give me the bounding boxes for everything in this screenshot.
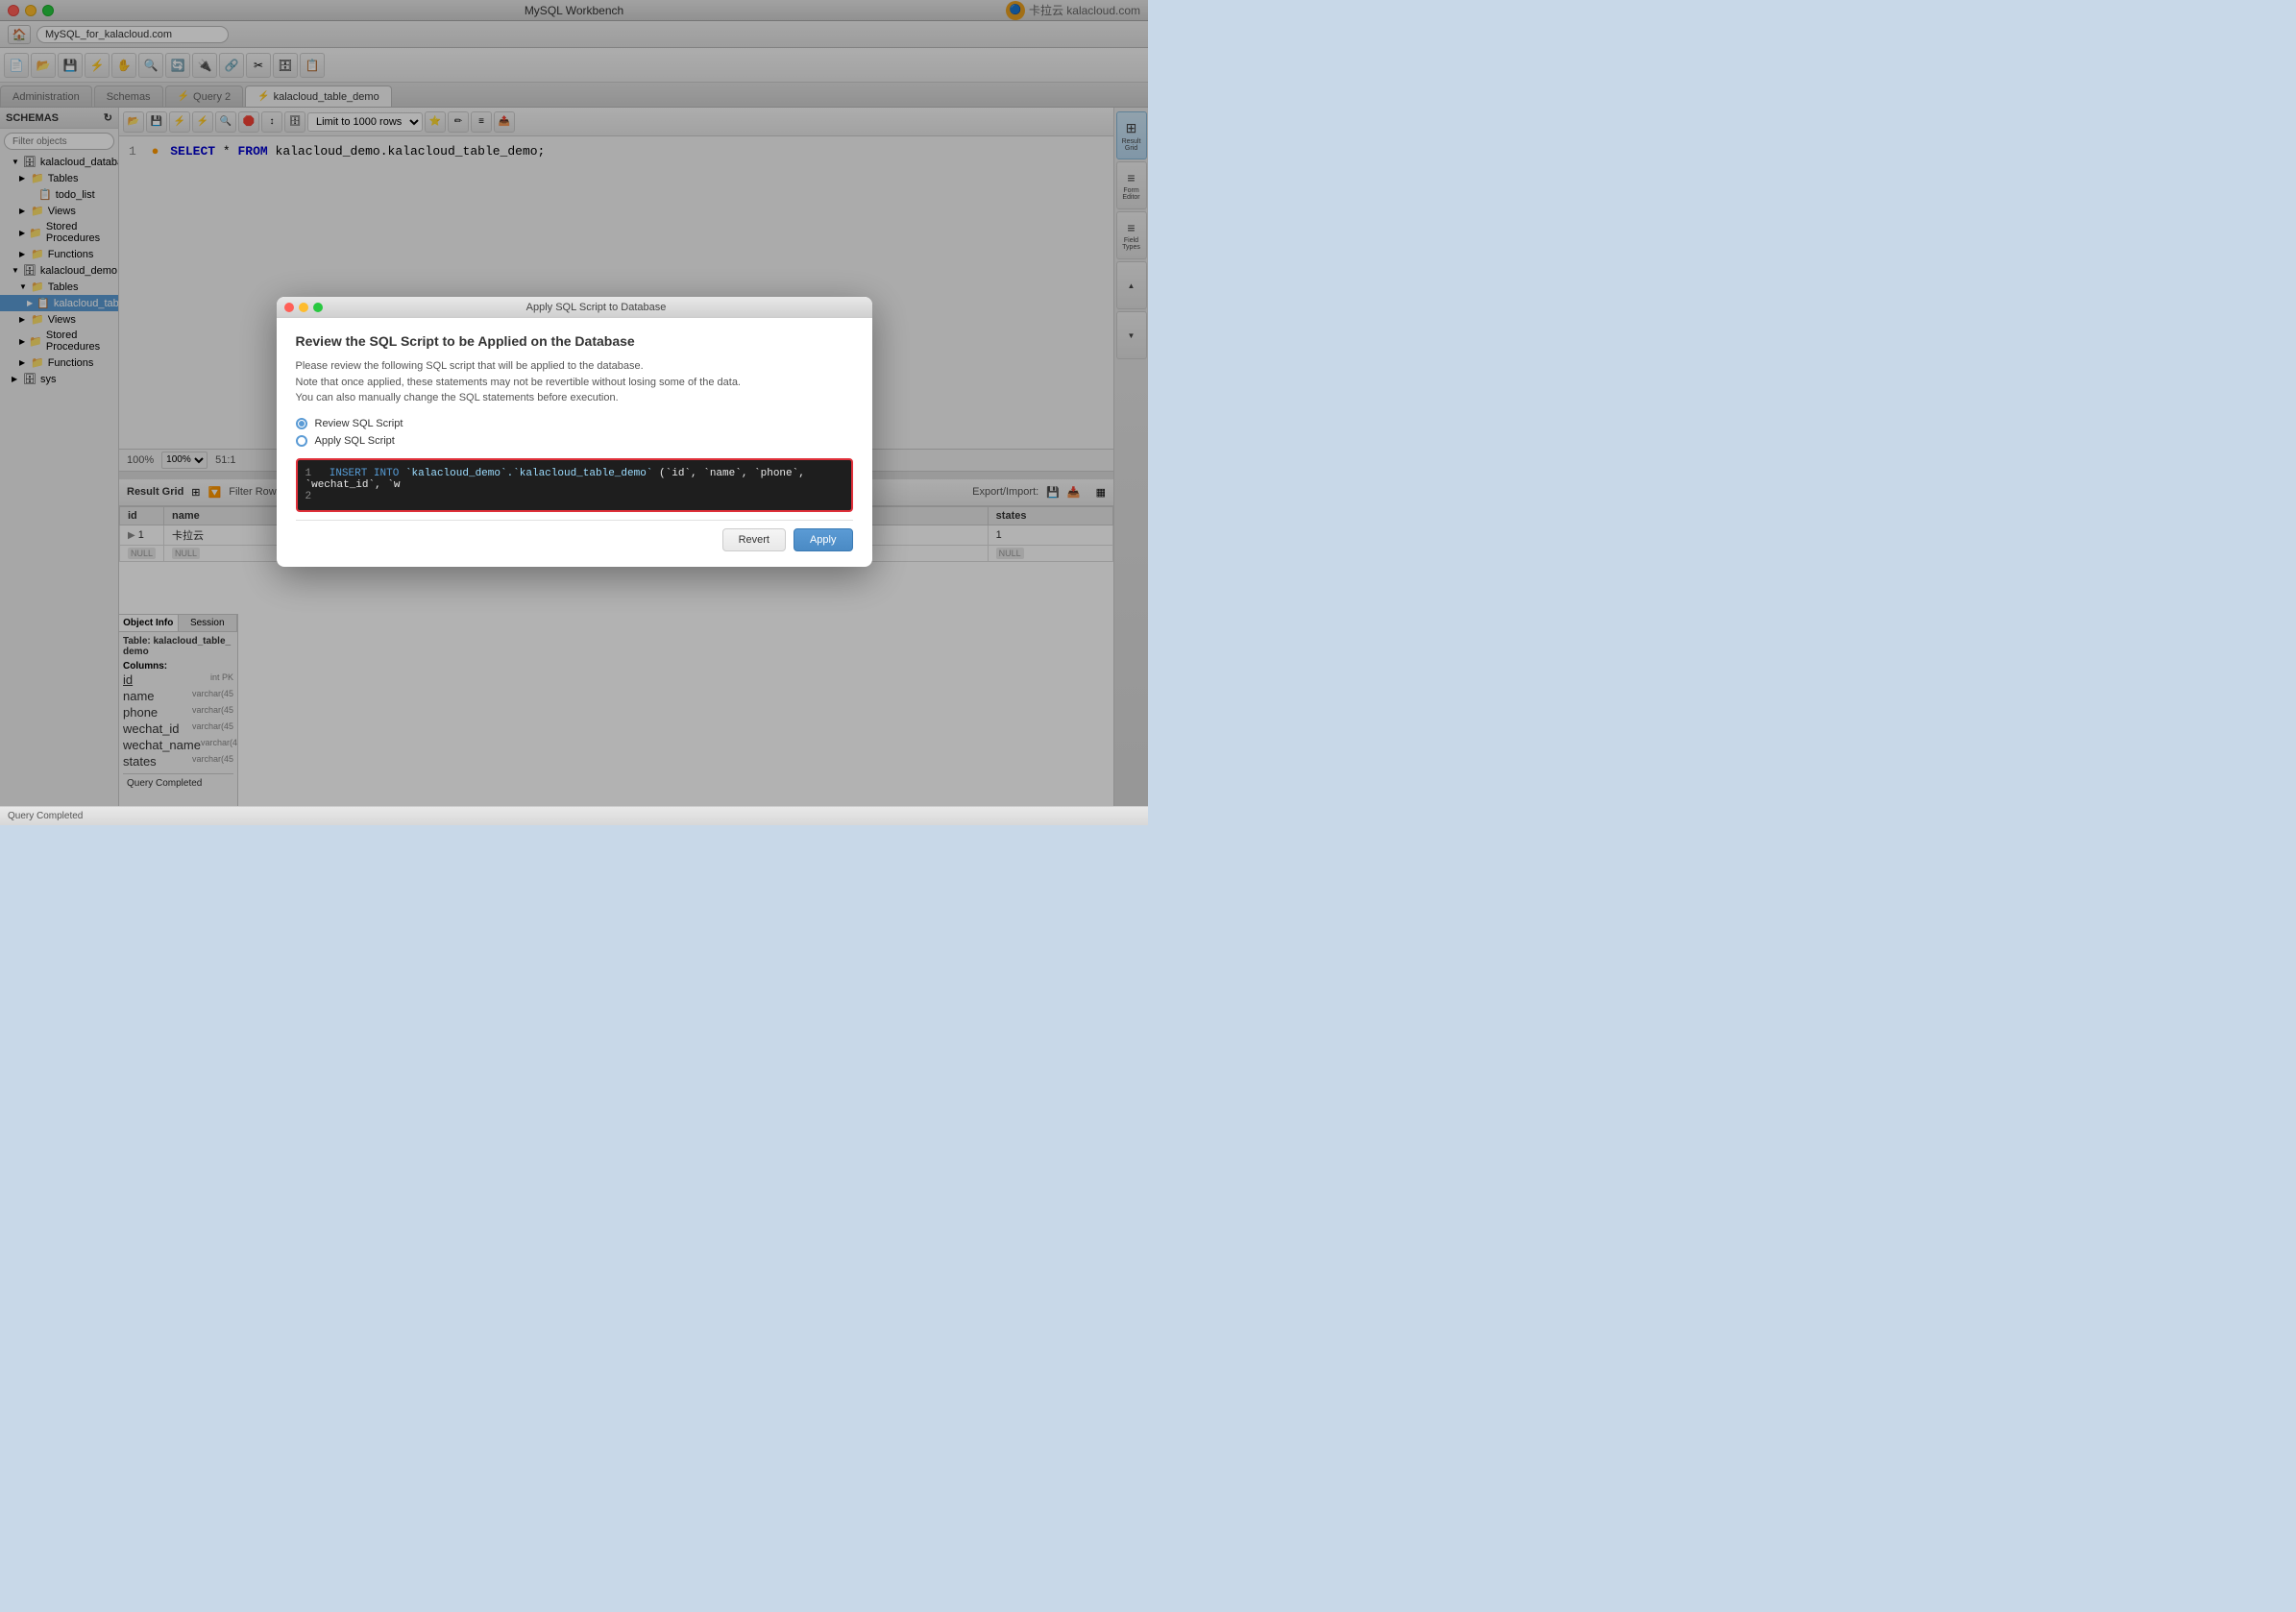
modal-overlay: Apply SQL Script to Database Review the …	[0, 0, 1148, 806]
apply-button[interactable]: Apply	[794, 528, 853, 551]
sql-preview-box[interactable]: 1 INSERT INTO `kalacloud_demo`.`kalaclou…	[296, 458, 853, 512]
modal-titlebar: Apply SQL Script to Database	[277, 297, 872, 318]
status-text: Query Completed	[8, 811, 83, 821]
modal-step-review: Review SQL Script	[296, 418, 853, 429]
modal-actions: Revert Apply	[296, 520, 853, 551]
modal-traffic-lights	[284, 303, 323, 312]
modal-steps: Review SQL Script Apply SQL Script	[296, 418, 853, 447]
modal-body: Review the SQL Script to be Applied on t…	[277, 318, 872, 567]
apply-radio[interactable]	[296, 435, 307, 447]
review-radio[interactable]	[296, 418, 307, 429]
modal-desc-1: Please review the following SQL script t…	[296, 360, 644, 372]
modal-heading: Review the SQL Script to be Applied on t…	[296, 333, 853, 349]
modal-dialog: Apply SQL Script to Database Review the …	[277, 297, 872, 567]
review-label: Review SQL Script	[315, 418, 403, 429]
apply-label: Apply SQL Script	[315, 435, 395, 447]
bottom-bar: Query Completed	[0, 806, 1148, 825]
sql-line-number: 1	[305, 468, 312, 479]
revert-button[interactable]: Revert	[722, 528, 786, 551]
modal-title: Apply SQL Script to Database	[329, 302, 865, 313]
sql-line-2-num: 2	[305, 491, 312, 502]
modal-description: Please review the following SQL script t…	[296, 358, 853, 406]
sql-table-name: `kalacloud_demo`.`kalacloud_table_demo`	[405, 468, 652, 479]
modal-step-apply: Apply SQL Script	[296, 435, 853, 447]
modal-desc-3: You can also manually change the SQL sta…	[296, 392, 619, 403]
modal-maximize-btn[interactable]	[313, 303, 323, 312]
modal-minimize-btn[interactable]	[299, 303, 308, 312]
modal-desc-2: Note that once applied, these statements…	[296, 377, 742, 388]
modal-close-btn[interactable]	[284, 303, 294, 312]
sql-insert-kw: INSERT INTO	[330, 468, 400, 479]
